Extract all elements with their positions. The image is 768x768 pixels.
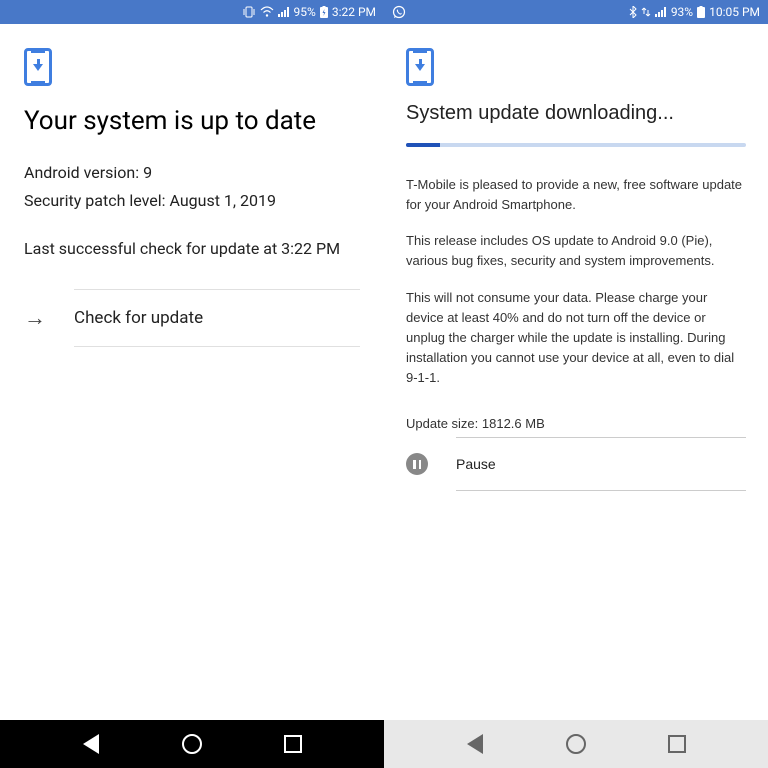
last-check-text: Last successful check for update at 3:22… (24, 237, 360, 261)
content-area: Your system is up to date Android versio… (0, 24, 384, 720)
screen-system-up-to-date: 95% 3:22 PM Your system is up to date An… (0, 0, 384, 768)
progress-fill (406, 143, 440, 147)
battery-percent: 95% (294, 5, 316, 19)
check-for-update-button[interactable]: → Check for update (74, 289, 360, 347)
nav-back-button[interactable] (80, 733, 102, 755)
clock: 10:05 PM (709, 5, 760, 19)
update-description-2: This release includes OS update to Andro… (406, 231, 746, 271)
nav-recent-button[interactable] (282, 733, 304, 755)
update-description-3: This will not consume your data. Please … (406, 288, 746, 389)
page-title: System update downloading... (406, 102, 746, 125)
update-size-text: Update size: 1812.6 MB (406, 416, 746, 431)
pause-icon (406, 453, 428, 475)
vibrate-icon (242, 6, 256, 18)
download-progress-bar (406, 143, 746, 147)
android-version-text: Android version: 9 (24, 160, 360, 186)
data-icon (641, 6, 651, 18)
signal-icon (278, 6, 290, 18)
battery-icon (697, 6, 705, 18)
signal-icon (655, 6, 667, 18)
clock: 3:22 PM (332, 5, 376, 19)
wifi-icon (260, 6, 274, 18)
bluetooth-icon (629, 6, 637, 18)
status-bar: 95% 3:22 PM (0, 0, 384, 24)
security-patch-text: Security patch level: August 1, 2019 (24, 188, 360, 214)
navigation-bar (0, 720, 384, 768)
system-update-icon (24, 48, 52, 86)
system-update-icon (406, 48, 434, 86)
pause-label: Pause (456, 456, 496, 472)
update-description-1: T-Mobile is pleased to provide a new, fr… (406, 175, 746, 215)
page-title: Your system is up to date (24, 106, 360, 136)
nav-home-button[interactable] (181, 733, 203, 755)
arrow-right-icon: → (24, 305, 46, 331)
pause-button[interactable]: Pause (456, 437, 746, 491)
whatsapp-icon (392, 5, 406, 19)
navigation-bar (384, 720, 768, 768)
nav-home-button[interactable] (565, 733, 587, 755)
battery-charging-icon (320, 6, 328, 18)
content-area: System update downloading... T-Mobile is… (384, 24, 768, 720)
check-for-update-label: Check for update (74, 308, 203, 328)
battery-percent: 93% (671, 5, 693, 19)
screen-system-update-downloading: 93% 10:05 PM System update downloading..… (384, 0, 768, 768)
nav-back-button[interactable] (464, 733, 486, 755)
nav-recent-button[interactable] (666, 733, 688, 755)
status-bar: 93% 10:05 PM (384, 0, 768, 24)
